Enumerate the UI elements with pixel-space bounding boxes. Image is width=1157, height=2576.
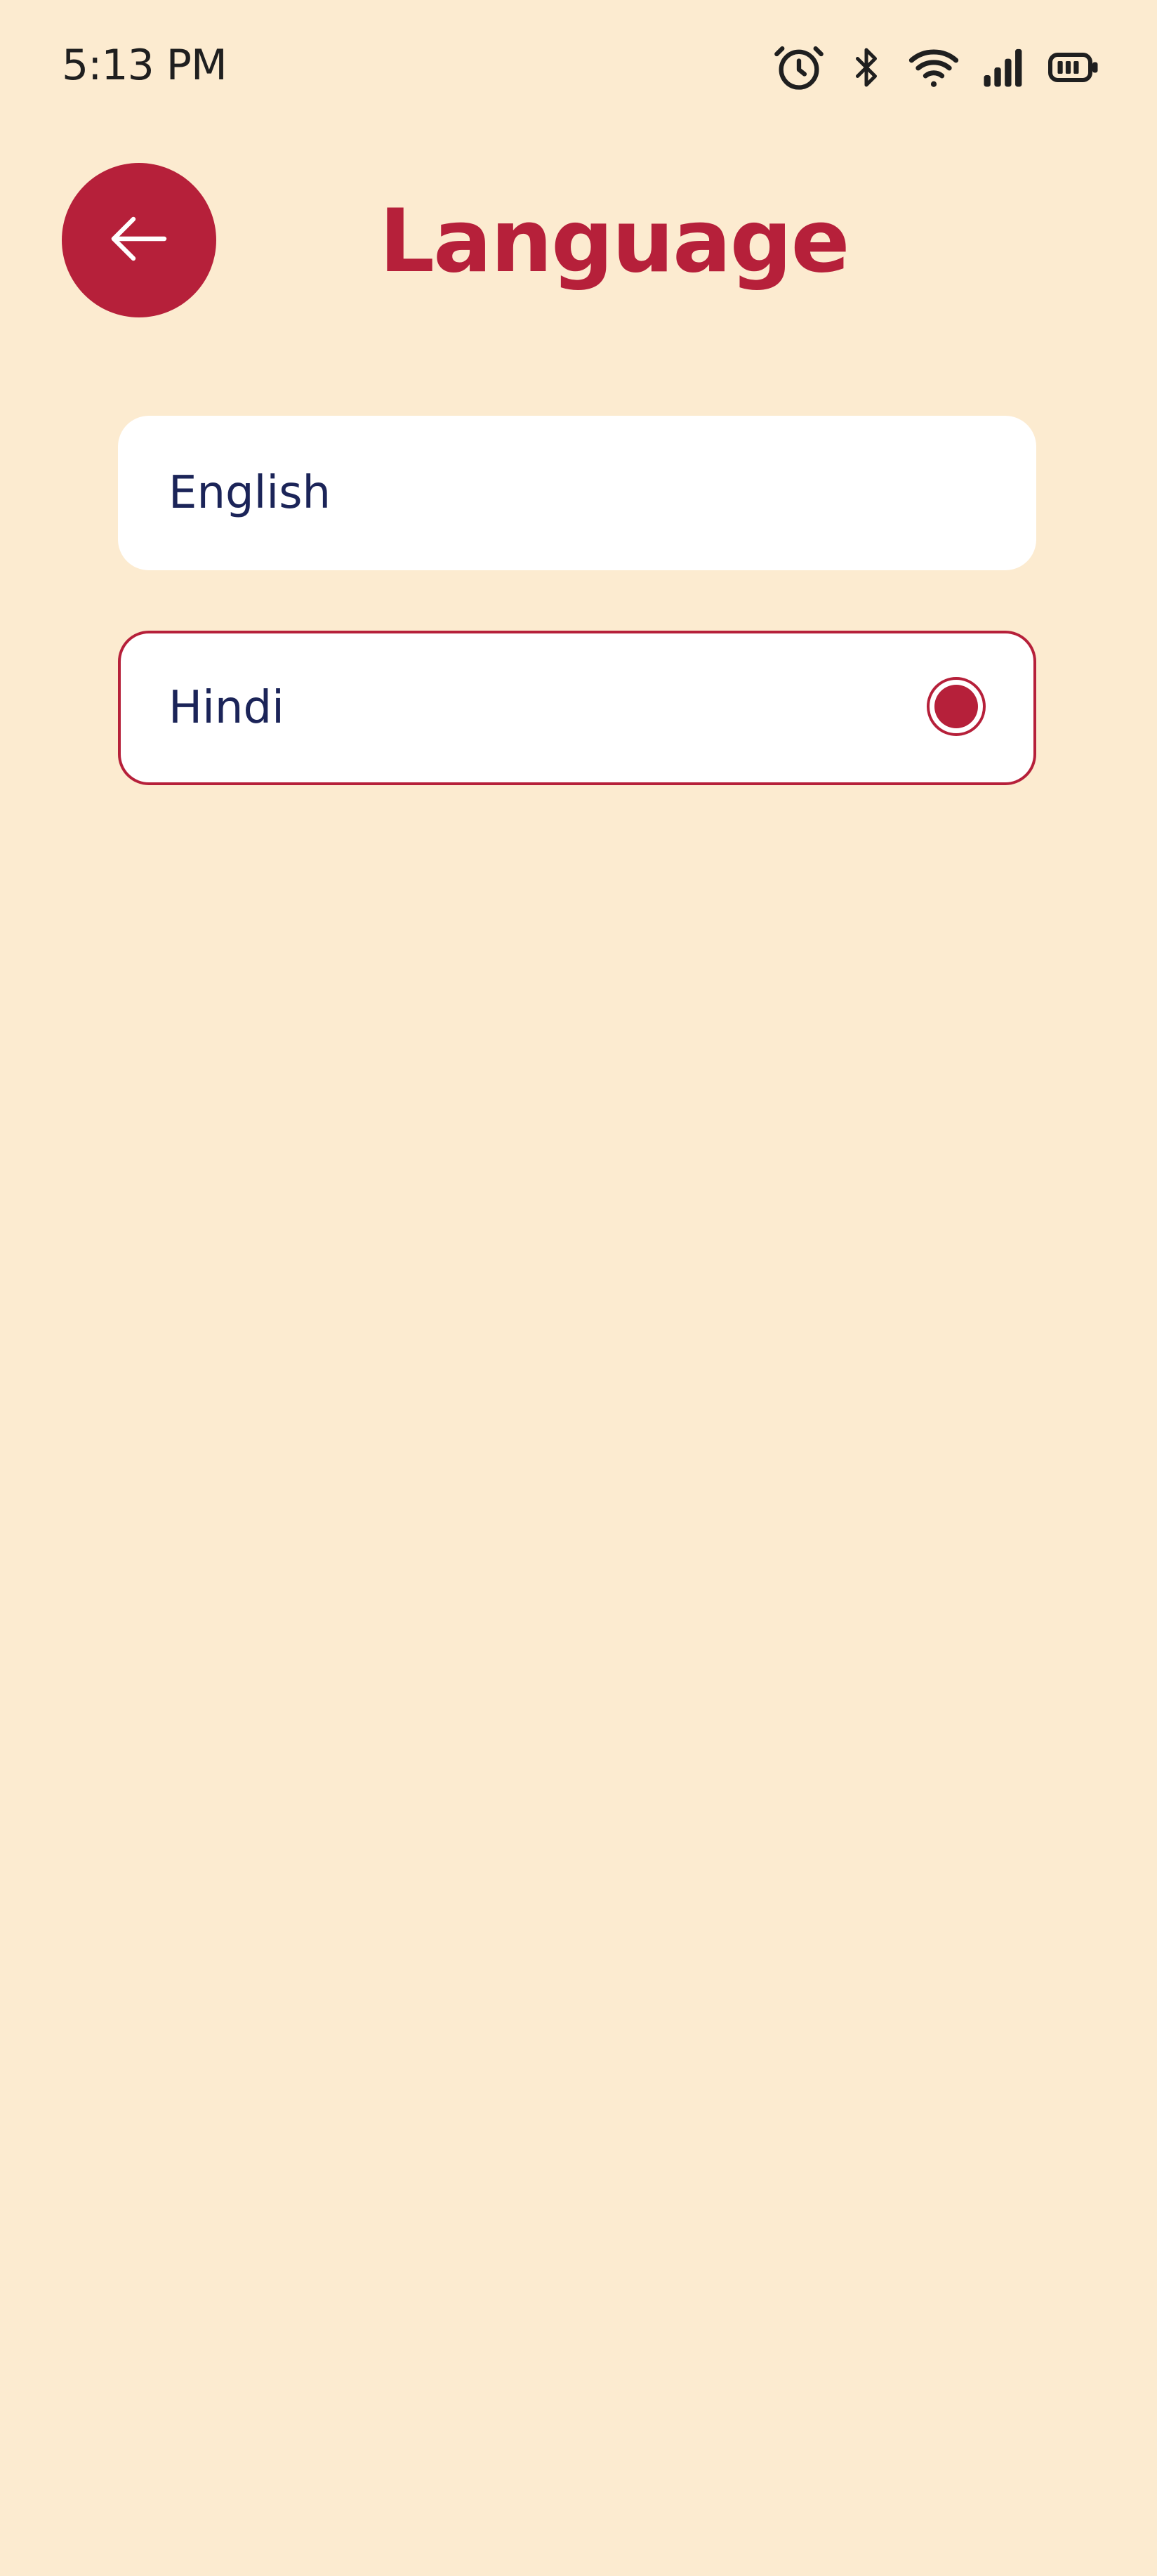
language-option-hindi[interactable]: Hindi <box>118 631 1036 785</box>
signal-icon <box>980 41 1026 94</box>
status-bar: 5:13 PM <box>0 0 1157 133</box>
page-title: Language <box>379 191 850 292</box>
bluetooth-icon <box>845 41 887 94</box>
wifi-icon <box>907 41 960 94</box>
back-button[interactable] <box>62 163 216 317</box>
radio-selected-icon[interactable] <box>927 677 986 736</box>
radio-dot <box>934 685 978 728</box>
language-option-label: English <box>168 467 331 519</box>
status-time: 5:13 PM <box>62 41 227 90</box>
battery-icon <box>1046 41 1101 94</box>
arrow-left-icon <box>105 205 173 275</box>
status-icons <box>772 39 1101 96</box>
language-option-label: Hindi <box>168 682 284 734</box>
language-option-english[interactable]: English <box>118 416 1036 570</box>
alarm-icon <box>772 41 826 94</box>
